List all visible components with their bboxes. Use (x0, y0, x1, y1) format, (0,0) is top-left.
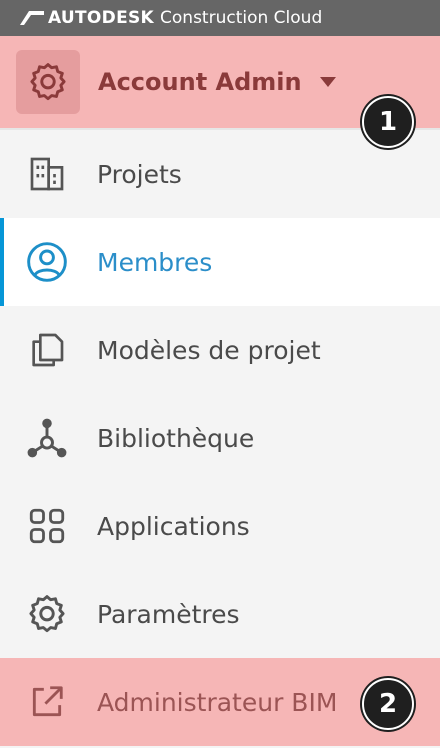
nav-item-applications[interactable]: Applications (0, 482, 440, 570)
gear-icon (30, 63, 66, 101)
autodesk-logo-icon (20, 11, 44, 25)
user-circle-icon (23, 238, 71, 286)
nav-label-modeles: Modèles de projet (97, 335, 321, 365)
account-admin-label: Account Admin (98, 68, 302, 96)
nav-item-parametres[interactable]: Paramètres (0, 570, 440, 658)
nav-item-membres[interactable]: Membres (0, 218, 440, 306)
brand-name: AUTODESK (48, 8, 155, 28)
nav-item-projets[interactable]: Projets (0, 130, 440, 218)
external-link-icon (23, 678, 71, 726)
nav-label-projets: Projets (97, 159, 182, 189)
grid-apps-icon (23, 502, 71, 550)
buildings-icon (23, 150, 71, 198)
nav-label-bibliotheque: Bibliothèque (97, 423, 255, 453)
nav-label-membres: Membres (97, 247, 213, 277)
caret-down-icon[interactable] (319, 77, 336, 87)
nav-item-administrateur-bim[interactable]: Administrateur BIM 2 (0, 658, 440, 746)
callout-badge-2: 2 (362, 678, 414, 730)
account-switcher[interactable]: Account Admin 1 (0, 36, 440, 148)
nav-label-applications: Applications (97, 511, 250, 541)
copy-icon (23, 326, 71, 374)
top-brand-bar: AUTODESK Construction Cloud (0, 0, 440, 36)
library-node-icon (23, 414, 71, 462)
account-icon-tile (16, 50, 80, 114)
nav-label-parametres: Paramètres (97, 599, 240, 629)
gear-icon (23, 590, 71, 638)
nav-item-modeles-de-projet[interactable]: Modèles de projet (0, 306, 440, 394)
nav-label-administrateur-bim: Administrateur BIM (97, 687, 338, 717)
nav-item-bibliotheque[interactable]: Bibliothèque (0, 394, 440, 482)
brand-product: Construction Cloud (160, 8, 323, 28)
